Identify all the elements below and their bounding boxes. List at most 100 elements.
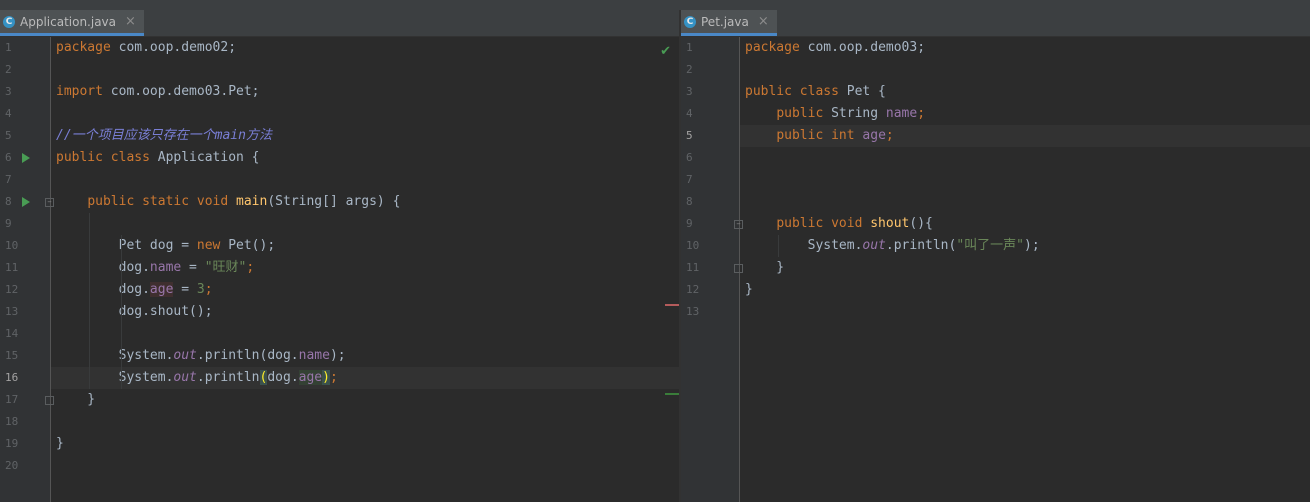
code-token: com.oop.demo03.Pet; — [102, 84, 260, 99]
code-line[interactable]: import com.oop.demo03.Pet; — [51, 81, 679, 103]
tab-application-java[interactable]: C Application.java × — [0, 10, 144, 36]
code-line[interactable]: System.out.println("叫了一声"); — [740, 235, 1310, 257]
line-number[interactable]: 13 — [681, 301, 716, 323]
code-line[interactable]: } — [51, 433, 679, 455]
line-number[interactable]: 5 — [0, 125, 35, 147]
code-token: name — [885, 106, 918, 121]
code-line[interactable]: package com.oop.demo02; — [51, 37, 679, 59]
code-line[interactable]: System.out.println(dog.name); — [51, 345, 679, 367]
indent-guide — [89, 213, 90, 389]
code-line-content — [51, 414, 56, 429]
line-number[interactable]: 3 — [681, 81, 716, 103]
code-line[interactable] — [740, 59, 1310, 81]
line-number[interactable]: 7 — [0, 169, 35, 191]
line-number[interactable]: 10 — [0, 235, 35, 257]
code-line[interactable]: package com.oop.demo03; — [740, 37, 1310, 59]
line-number[interactable]: 19 — [0, 433, 35, 455]
code-line-content: //一个项目应该只存在一个main方法 — [51, 128, 272, 143]
line-number[interactable]: 11 — [681, 257, 716, 279]
editor-pane-application[interactable]: C Application.java × 1 2 3 4 5 6 7 8 9 10 11 12 13 14… — [0, 10, 679, 502]
close-tab-icon[interactable]: × — [758, 14, 769, 29]
code-line-content — [51, 62, 56, 77]
code-token: public class — [745, 84, 839, 99]
line-number[interactable]: 17 — [0, 389, 35, 411]
code-line[interactable]: } — [51, 389, 679, 411]
code-line[interactable] — [740, 147, 1310, 169]
code-area-right[interactable]: package com.oop.demo03; public class Pet … — [740, 37, 1310, 502]
code-line[interactable] — [51, 169, 679, 191]
code-line[interactable]: public int age; — [740, 125, 1310, 147]
line-number[interactable]: 2 — [681, 59, 716, 81]
line-number[interactable]: 9 — [681, 213, 716, 235]
line-number[interactable]: 20 — [0, 455, 35, 477]
code-token: package — [56, 40, 111, 55]
code-line[interactable]: dog.age = 3; — [51, 279, 679, 301]
code-line[interactable]: public String name; — [740, 103, 1310, 125]
code-line-content: dog.shout(); — [51, 304, 213, 319]
line-number[interactable]: 8 — [681, 191, 716, 213]
code-line[interactable]: System.out.println(dog.age); — [51, 367, 679, 389]
code-line[interactable]: dog.shout(); — [51, 301, 679, 323]
line-number[interactable]: 12 — [681, 279, 716, 301]
line-number[interactable]: 3 — [0, 81, 35, 103]
code-line[interactable] — [51, 455, 679, 477]
code-token: Pet { — [838, 84, 886, 99]
code-line[interactable] — [51, 59, 679, 81]
code-line[interactable] — [740, 301, 1310, 323]
code-line[interactable]: public static void main(String[] args) { — [51, 191, 679, 213]
line-number[interactable]: 1 — [681, 37, 716, 59]
close-tab-icon[interactable]: × — [125, 14, 136, 29]
line-number[interactable]: 14 — [0, 323, 35, 345]
code-line-content — [51, 458, 56, 473]
code-token: out — [862, 238, 886, 253]
line-number[interactable]: 18 — [0, 411, 35, 433]
code-line-content: System.out.println(dog.age); — [51, 370, 338, 385]
code-line[interactable] — [51, 213, 679, 235]
line-number[interactable]: 16 — [0, 367, 35, 389]
code-line[interactable]: public class Pet { — [740, 81, 1310, 103]
run-icon[interactable] — [22, 153, 30, 163]
line-number[interactable]: 5 — [681, 125, 716, 147]
line-number[interactable]: 1 — [0, 37, 35, 59]
line-number[interactable]: 13 — [0, 301, 35, 323]
code-token: dog.shout(); — [56, 304, 213, 319]
code-line[interactable]: public void shout(){ — [740, 213, 1310, 235]
code-token: age — [298, 370, 323, 385]
line-number[interactable]: 10 — [681, 235, 716, 257]
code-line[interactable] — [51, 103, 679, 125]
code-line[interactable] — [740, 169, 1310, 191]
code-line[interactable]: public class Application { — [51, 147, 679, 169]
line-number[interactable]: 11 — [0, 257, 35, 279]
editor-pane-pet[interactable]: C Pet.java × 1 2 3 4 5 6 7 8 9 10 11 12 13− package … — [681, 10, 1310, 502]
code-area-left[interactable]: ✔ package com.oop.demo02; import com.oop.… — [51, 37, 679, 502]
code-line[interactable]: Pet dog = new Pet(); — [51, 235, 679, 257]
code-token: dog. — [267, 370, 299, 385]
code-line[interactable] — [51, 323, 679, 345]
line-number[interactable]: 7 — [681, 169, 716, 191]
line-number[interactable]: 15 — [0, 345, 35, 367]
code-line[interactable]: //一个项目应该只存在一个main方法 — [51, 125, 679, 147]
line-number[interactable]: 12 — [0, 279, 35, 301]
code-token: age — [862, 128, 886, 143]
line-number[interactable]: 9 — [0, 213, 35, 235]
code-token: ; — [917, 106, 926, 121]
code-line-content — [51, 326, 56, 341]
code-line-content: System.out.println("叫了一声"); — [740, 238, 1040, 253]
code-token: (String[] args) { — [267, 194, 401, 209]
tab-pet-java[interactable]: C Pet.java × — [681, 10, 777, 36]
code-token: .println(dog. — [196, 348, 299, 363]
code-line-content — [740, 304, 745, 319]
line-number[interactable]: 2 — [0, 59, 35, 81]
run-icon[interactable] — [22, 197, 30, 207]
line-number-gutter-left[interactable]: 1 2 3 4 5 6 7 8 9 10 11 12 13 14 15 16 17 18 19 20− — [0, 37, 54, 502]
code-line[interactable]: } — [740, 279, 1310, 301]
code-line[interactable]: dog.name = "旺财"; — [51, 257, 679, 279]
line-number[interactable]: 4 — [681, 103, 716, 125]
code-line[interactable]: } — [740, 257, 1310, 279]
line-number-gutter-right[interactable]: 1 2 3 4 5 6 7 8 9 10 11 12 13− — [681, 37, 743, 502]
code-token: out — [173, 348, 197, 363]
code-line[interactable] — [51, 411, 679, 433]
line-number[interactable]: 4 — [0, 103, 35, 125]
line-number[interactable]: 6 — [681, 147, 716, 169]
code-line[interactable] — [740, 191, 1310, 213]
